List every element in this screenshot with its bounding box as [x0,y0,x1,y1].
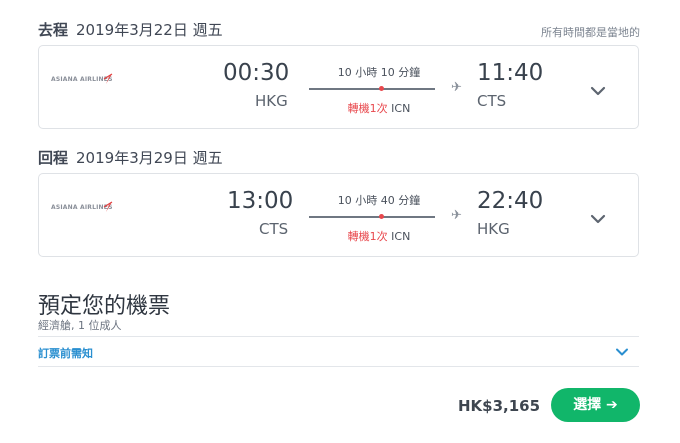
asiana-logo-icon: ASIANA AIRLINES [51,201,121,216]
stop-airport: ICN [391,230,411,243]
depart-airport: CTS [259,220,289,238]
chevron-down-icon[interactable] [588,81,608,101]
chevron-down-icon[interactable] [588,209,608,229]
stops-info: 轉機1次 ICN [309,100,449,116]
select-button[interactable]: 選擇 ➔ [551,388,640,422]
route-line [309,88,435,90]
return-header: 回程 2019年3月29日 週五 [38,147,223,168]
outbound-date: 2019年3月22日 週五 [76,21,223,39]
depart-airport: HKG [255,92,288,110]
depart-time: 00:30 [223,60,290,86]
plane-icon: ✈ [451,80,462,95]
timezone-note: 所有時間都是當地的 [541,26,640,39]
route-line [309,216,435,218]
chevron-down-icon[interactable] [614,344,630,360]
booking-policy-link[interactable]: 訂票前需知 [38,345,93,361]
arrive-airport: CTS [477,92,507,110]
return-flight-card[interactable]: ASIANA AIRLINES 13:00 CTS 10 小時 40 分鐘 ✈ … [38,173,639,257]
stop-dot [379,86,384,91]
stops-count: 轉機1次 [347,102,388,115]
arrive-time: 11:40 [477,60,544,86]
return-date: 2019年3月29日 週五 [76,149,223,167]
arrive-airport: HKG [477,220,510,238]
booking-title: 預定您的機票 [38,294,171,319]
stops-info: 轉機1次 ICN [309,228,449,244]
divider [38,336,639,337]
flight-duration: 10 小時 10 分鐘 [337,66,421,79]
flight-duration: 10 小時 40 分鐘 [337,194,421,207]
depart-time: 13:00 [227,188,294,214]
outbound-header: 去程 2019年3月22日 週五 [38,19,223,40]
arrive-time: 22:40 [477,188,544,214]
booking-subtitle: 經濟艙, 1 位成人 [38,319,122,332]
asiana-logo-icon: ASIANA AIRLINES [51,73,121,88]
return-label: 回程 [38,149,69,167]
stop-dot [379,214,384,219]
stop-airport: ICN [391,102,411,115]
outbound-label: 去程 [38,21,69,39]
outbound-flight-card[interactable]: ASIANA AIRLINES 00:30 HKG 10 小時 10 分鐘 ✈ … [38,45,639,129]
stops-count: 轉機1次 [347,230,388,243]
plane-icon: ✈ [451,208,462,223]
divider [38,366,639,367]
total-price: HK$3,165 [458,397,541,415]
